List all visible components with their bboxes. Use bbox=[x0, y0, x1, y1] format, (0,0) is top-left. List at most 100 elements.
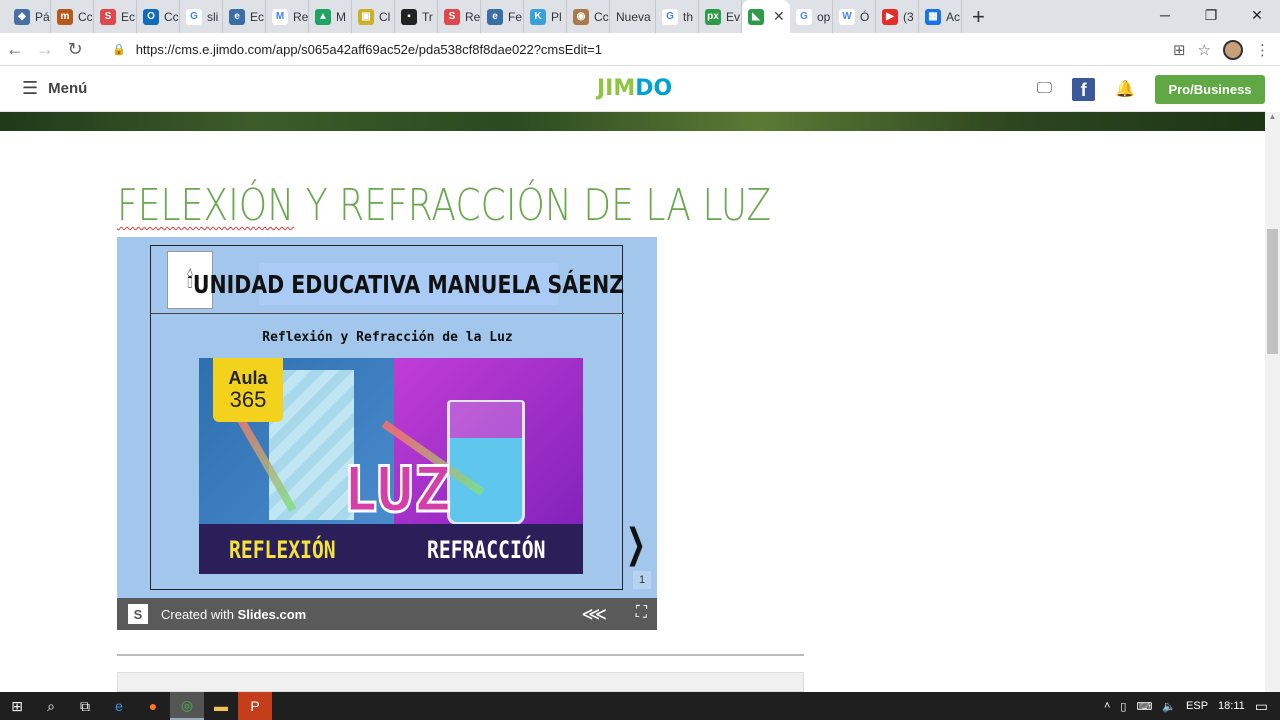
browser-tab[interactable]: px Ev bbox=[699, 0, 742, 33]
jimdo-bar: ☰ Menú JIMDO 🖵 f 🔔 Pro/Business bbox=[0, 66, 1265, 112]
browser-tab[interactable]: S Re bbox=[438, 0, 481, 33]
badge-line2: 365 bbox=[229, 387, 267, 412]
new-tab-button[interactable]: + bbox=[962, 0, 995, 33]
back-icon[interactable]: ← bbox=[0, 34, 30, 64]
browser-tab[interactable]: WÓ bbox=[833, 0, 876, 33]
menu-label: Menú bbox=[48, 80, 88, 97]
system-tray: ˄ ▯ ⌨ 🔈 ESP 18:11 ▭ bbox=[1104, 692, 1280, 720]
tab-label: Cc bbox=[594, 9, 609, 24]
slide-page-number: 1 bbox=[633, 571, 651, 589]
minimize-icon[interactable]: ─ bbox=[1142, 0, 1188, 30]
file-explorer-icon[interactable]: ▬ bbox=[204, 692, 238, 720]
clock[interactable]: 18:11 bbox=[1218, 700, 1245, 712]
share-icon[interactable]: ⋘ bbox=[581, 604, 607, 625]
browser-tab[interactable]: e Fe bbox=[481, 0, 524, 33]
slides-logo-icon[interactable]: S bbox=[128, 604, 148, 624]
browser-tab[interactable]: ◆ Pá bbox=[8, 0, 51, 33]
windows-taskbar: ⊞ ⌕ ⧉ e ● ◎ ▬ P ˄ ▯ ⌨ 🔈 ESP 18:11 ▭ bbox=[0, 692, 1280, 720]
created-prefix: Created with bbox=[161, 606, 238, 622]
browser-tab[interactable]: e Ec bbox=[223, 0, 266, 33]
browser-tab[interactable]: ◉ Cc bbox=[567, 0, 610, 33]
scroll-up-icon[interactable]: ▲ bbox=[1265, 112, 1280, 126]
translate-icon[interactable]: ⊞ bbox=[1173, 41, 1186, 59]
usb-icon[interactable]: ▯ bbox=[1120, 700, 1126, 713]
lock-icon: 🔒 bbox=[112, 44, 126, 56]
tab-favicon-icon: ▣ bbox=[358, 8, 374, 25]
tab-label: Cl bbox=[379, 9, 391, 24]
logo-part-left: JIM bbox=[597, 76, 636, 101]
browser-tab[interactable]: ▪ Tr bbox=[395, 0, 438, 33]
tab-list: ◆ Pá m Cc S Ec O Cc Gsli e Ec M Re ▲ M ▣ Cl ▪ Tr S Re e Fe K Pl ◉… bbox=[0, 0, 995, 33]
reload-icon[interactable]: ↻ bbox=[60, 34, 90, 64]
luz-word: LUZ bbox=[344, 452, 452, 528]
close-tab-icon[interactable]: ✕ bbox=[773, 8, 785, 25]
slide: 🕯 UNIDAD EDUCATIVA MANUELA SÁENZ Reflexi… bbox=[150, 245, 624, 590]
pro-business-button[interactable]: Pro/Business bbox=[1155, 74, 1265, 104]
firefox-icon[interactable]: ● bbox=[136, 692, 170, 720]
tab-label: Re bbox=[465, 9, 481, 24]
chrome-icon[interactable]: ◎ bbox=[170, 692, 204, 720]
forward-icon[interactable]: → bbox=[30, 34, 60, 64]
browser-tab[interactable]: K Pl bbox=[524, 0, 567, 33]
tab-favicon-icon: ◆ bbox=[14, 8, 30, 25]
slide-header: 🕯 UNIDAD EDUCATIVA MANUELA SÁENZ bbox=[151, 246, 624, 314]
language-indicator[interactable]: ESP bbox=[1186, 700, 1208, 712]
tray-expand-icon[interactable]: ˄ bbox=[1104, 700, 1110, 712]
browser-tab[interactable]: ▦ Ac bbox=[919, 0, 962, 33]
task-view-icon[interactable]: ⧉ bbox=[68, 692, 102, 720]
browser-tab[interactable]: M Re bbox=[266, 0, 309, 33]
restore-icon[interactable]: ❐ bbox=[1188, 0, 1234, 30]
window-controls: ─ ❐ ✕ bbox=[1142, 0, 1280, 30]
notifications-icon[interactable]: ▭ bbox=[1255, 698, 1268, 715]
next-content-block[interactable] bbox=[117, 672, 804, 692]
next-slide-icon[interactable]: ❯ bbox=[626, 521, 646, 567]
header-banner-image bbox=[0, 112, 1265, 131]
browser-tab[interactable]: ▣ Cl bbox=[352, 0, 395, 33]
close-window-icon[interactable]: ✕ bbox=[1234, 0, 1280, 30]
profile-avatar[interactable] bbox=[1223, 39, 1243, 60]
tab-strip: ◆ Pá m Cc S Ec O Cc Gsli e Ec M Re ▲ M ▣ Cl ▪ Tr S Re e Fe K Pl ◉… bbox=[0, 0, 1280, 33]
bookmark-star-icon[interactable]: ☆ bbox=[1198, 41, 1211, 59]
search-icon[interactable]: ⌕ bbox=[34, 692, 68, 720]
page-scrollbar[interactable]: ▲ bbox=[1265, 112, 1280, 692]
monitor-icon[interactable]: 🖵 bbox=[1037, 80, 1052, 98]
powerpoint-icon[interactable]: P bbox=[238, 692, 272, 720]
browser-tab[interactable]: S Ec bbox=[94, 0, 137, 33]
browser-tab[interactable]: ▲ M bbox=[309, 0, 352, 33]
volume-icon[interactable]: 🔈 bbox=[1162, 700, 1176, 713]
browser-tab[interactable]: Gop bbox=[790, 0, 833, 33]
content-divider bbox=[117, 654, 804, 656]
bell-icon[interactable]: 🔔 bbox=[1115, 79, 1135, 99]
browser-tab[interactable]: Gsli bbox=[180, 0, 223, 33]
tab-label: Ó bbox=[860, 9, 870, 24]
browser-tab[interactable]: ◣ ✕ bbox=[742, 0, 790, 33]
heading-rest: Y REFRACCIÓN DE LA LUZ bbox=[294, 180, 772, 231]
network-icon[interactable]: ⌨ bbox=[1136, 700, 1152, 713]
menu-button[interactable]: ☰ Menú bbox=[0, 78, 87, 99]
slides-embed[interactable]: 🕯 UNIDAD EDUCATIVA MANUELA SÁENZ Reflexi… bbox=[117, 237, 657, 630]
address-bar[interactable]: 🔒 https://cms.e.jimdo.com/app/s065a42aff… bbox=[100, 36, 1140, 63]
tab-favicon-icon: G bbox=[662, 8, 678, 25]
browser-tab[interactable]: ▶ (3 bbox=[876, 0, 919, 33]
logo-part-right: DO bbox=[635, 76, 673, 101]
scroll-thumb[interactable] bbox=[1267, 229, 1278, 354]
browser-tab[interactable]: m Cc bbox=[51, 0, 94, 33]
tab-favicon-icon: px bbox=[705, 8, 721, 25]
windows-start-icon[interactable]: ⊞ bbox=[0, 692, 34, 720]
browser-tab[interactable]: Nueva bbox=[610, 0, 656, 33]
created-with-text[interactable]: Created with Slides.com bbox=[161, 607, 306, 622]
page-heading[interactable]: FELEXIÓN Y REFRACCIÓN DE LA LUZ bbox=[117, 180, 771, 231]
school-title: UNIDAD EDUCATIVA MANUELA SÁENZ bbox=[193, 263, 624, 305]
jimdo-logo[interactable]: JIMDO bbox=[597, 76, 672, 101]
browser-tab[interactable]: Gth bbox=[656, 0, 699, 33]
slide-subtitle: Reflexión y Refracción de la Luz bbox=[262, 330, 513, 345]
fullscreen-icon[interactable]: ⛶ bbox=[636, 604, 647, 622]
jimdo-actions: 🖵 f 🔔 Pro/Business bbox=[1037, 66, 1265, 112]
edge-icon[interactable]: e bbox=[102, 692, 136, 720]
browser-tab[interactable]: O Cc bbox=[137, 0, 180, 33]
tab-label: op bbox=[817, 9, 831, 24]
more-menu-icon[interactable]: ⋮ bbox=[1255, 41, 1270, 59]
facebook-icon[interactable]: f bbox=[1072, 77, 1096, 101]
tab-label: th bbox=[683, 9, 694, 24]
tab-label: Nueva bbox=[616, 9, 651, 24]
